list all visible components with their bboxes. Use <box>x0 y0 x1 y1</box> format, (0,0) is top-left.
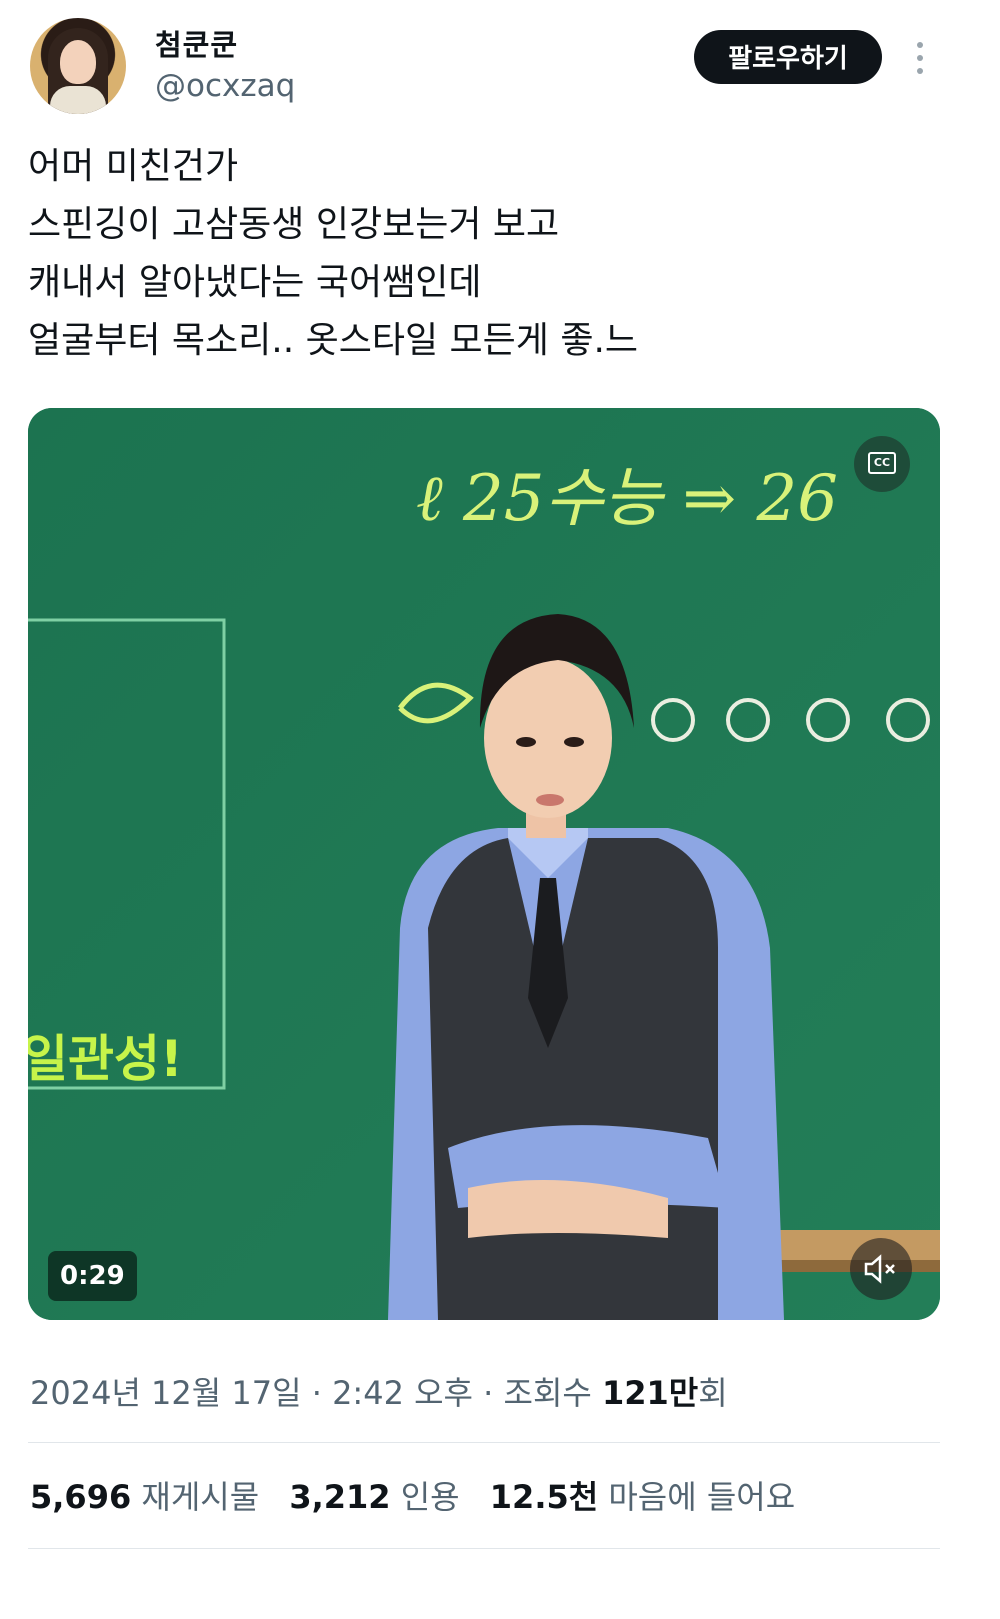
divider <box>28 1548 940 1549</box>
divider <box>28 1442 940 1443</box>
tweet-line: 스핀깅이 고삼동생 인강보는거 보고 <box>28 204 560 245</box>
tweet-line: 어머 미친건가 <box>28 146 239 187</box>
quotes-label[interactable]: 인용 <box>401 1478 460 1516</box>
tweet-line: 얼굴부터 목소리.. 옷스타일 모든게 좋.느 <box>28 320 639 361</box>
tweet-header: 첨쿤쿤 @ocxzaq 팔로우하기 <box>0 0 1000 130</box>
reposts-count[interactable]: 5,696 <box>30 1478 131 1516</box>
follow-button[interactable]: 팔로우하기 <box>694 30 882 84</box>
tweet-meta: 2024년 12월 17일 · 2:42 오후 · 조회수 121만회 <box>30 1368 728 1414</box>
mute-button[interactable] <box>850 1238 912 1300</box>
tweet-time[interactable]: 2:42 오후 <box>332 1374 473 1412</box>
views-count: 121만 <box>602 1374 699 1412</box>
speaker-muted-icon <box>864 1254 895 1284</box>
meta-separator: · <box>483 1374 494 1412</box>
reposts-label[interactable]: 재게시물 <box>141 1478 259 1516</box>
chalk-writing-top: ℓ 25수능 ⇒ 26 <box>416 462 838 536</box>
tweet-date[interactable]: 2024년 12월 17일 <box>30 1374 302 1412</box>
likes-count[interactable]: 12.5천 <box>490 1478 598 1516</box>
user-handle[interactable]: @ocxzaq <box>155 68 295 104</box>
captions-button[interactable]: CC <box>854 436 910 492</box>
tweet-line: 캐내서 알아냈다는 국어쌤인데 <box>28 262 482 303</box>
engagement-stats: 5,696 재게시물 3,212 인용 12.5천 마음에 들어요 <box>30 1472 815 1518</box>
video-frame: ℓ 25수능 ⇒ 26 일관성! <box>28 408 940 1320</box>
likes-label[interactable]: 마음에 들어요 <box>608 1478 795 1516</box>
display-name[interactable]: 첨쿤쿤 <box>155 22 238 64</box>
meta-separator: · <box>311 1374 322 1412</box>
more-options-icon[interactable] <box>905 38 935 78</box>
cc-icon: CC <box>868 452 896 474</box>
video-duration: 0:29 <box>48 1251 137 1301</box>
board-sign-text: 일관성! <box>28 1030 183 1088</box>
avatar[interactable] <box>30 18 126 114</box>
video-player[interactable]: ℓ 25수능 ⇒ 26 일관성! CC 0:29 <box>28 408 940 1320</box>
quotes-count[interactable]: 3,212 <box>289 1478 390 1516</box>
views-prefix: 조회수 <box>503 1374 592 1412</box>
views-suffix: 회 <box>698 1374 728 1412</box>
tweet-text: 어머 미친건가 스핀깅이 고삼동생 인강보는거 보고 캐내서 알아냈다는 국어쌤… <box>28 138 968 370</box>
